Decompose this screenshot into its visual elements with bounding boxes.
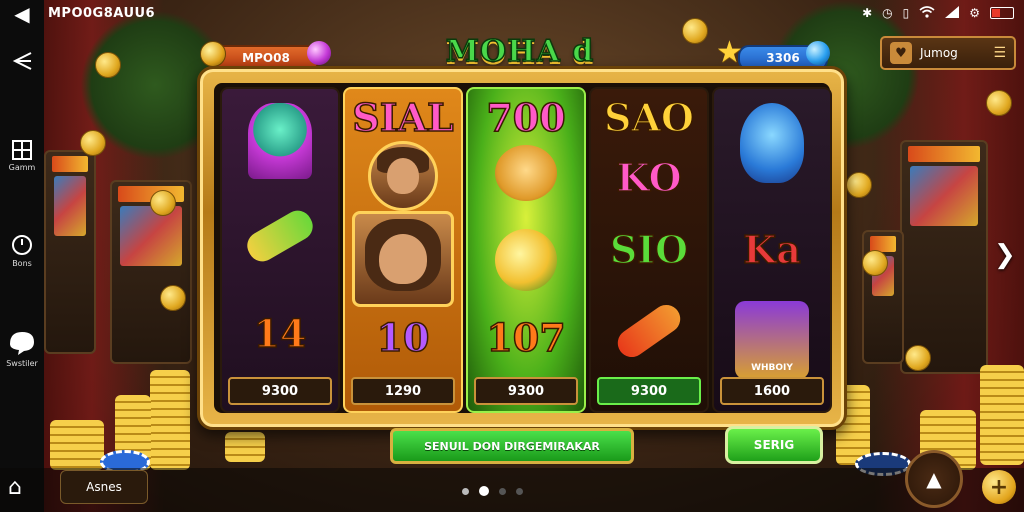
home-icon[interactable]: ⌂ [8, 475, 22, 500]
purple-gem-icon [307, 41, 331, 65]
floating-coin [846, 172, 872, 198]
battery-icon [990, 7, 1014, 19]
star-icon: ★ [716, 35, 743, 70]
bluetooth-icon: ✱ [862, 6, 873, 20]
reel-4-mid-text: KO [616, 154, 683, 201]
add-coins-button[interactable]: + [982, 470, 1016, 504]
reel-3: 700 107 9300 [466, 87, 586, 413]
game-title: MOHA d [445, 33, 595, 70]
reel-1-value[interactable]: 9300 [228, 377, 332, 405]
clock-icon [12, 235, 32, 255]
arcade-machine-right [900, 140, 988, 374]
spin-banner-button[interactable]: SENUIL DON DIRGEMIRAKAR [390, 428, 634, 464]
floating-coin [905, 345, 931, 371]
chevron-right-icon[interactable]: ❯ [994, 240, 1016, 270]
profile-button[interactable]: ♥ Jumog ☰ [880, 36, 1016, 70]
gems-label: 3306 [766, 51, 800, 65]
signal-icon [945, 5, 960, 21]
avatar-icon: ♥ [890, 42, 912, 64]
spin-icon: ▲ [926, 467, 942, 491]
ghost-symbol-icon [248, 103, 312, 179]
floating-coin [862, 250, 888, 276]
floating-coin [150, 190, 176, 216]
reel-5-mid-text: Ka [742, 226, 801, 273]
reel-2-value[interactable]: 1290 [351, 377, 455, 405]
floating-coin [95, 52, 121, 78]
reel-3-value[interactable]: 9300 [474, 377, 578, 405]
settings-icon: ⚙ [969, 6, 980, 20]
back-button[interactable]: Asnes [60, 470, 148, 504]
chat-icon [10, 332, 34, 355]
menu-icon: ☰ [993, 45, 1006, 61]
coin-stack [225, 432, 265, 462]
portrait-man-icon [368, 141, 438, 211]
coin-stack [150, 370, 190, 470]
arcade-machine-right-2 [862, 230, 904, 364]
profile-label: Jumog [920, 46, 958, 60]
coins-label: MPO08 [242, 51, 290, 65]
blue-gem-icon [806, 41, 830, 65]
page-dot[interactable] [499, 487, 506, 495]
slot-machine-frame: 14 9300 SIAL 10 1290 700 107 9300 SAO KO… [197, 66, 847, 430]
status-title: MPO0G8AUU6 [48, 5, 156, 21]
nav-item-gamm[interactable]: Gamm [0, 140, 44, 172]
floating-coin [80, 130, 106, 156]
reel-4-lower-text: SIO [609, 226, 689, 273]
plus-icon: + [989, 474, 1009, 500]
nav-item-swstiler[interactable]: Swstiler [0, 330, 44, 368]
page-dot[interactable] [462, 487, 469, 495]
page-dot-active[interactable] [479, 486, 489, 496]
portrait-woman-icon [352, 211, 454, 307]
send-button[interactable]: SERIG [725, 426, 823, 464]
coin-stack [50, 420, 104, 470]
fruit-symbol-icon [495, 229, 557, 291]
reel-4-value[interactable]: 9300 [597, 377, 701, 405]
nav-item-bons[interactable]: Bons [0, 234, 44, 268]
coin-stack [980, 365, 1024, 465]
reel-4-top-text: SAO [603, 94, 695, 141]
cat-symbol-icon [495, 145, 557, 201]
share-icon [12, 52, 32, 70]
bunny-symbol-icon [740, 103, 804, 183]
gold-coin-icon [200, 41, 226, 67]
grid-icon [12, 140, 32, 160]
reel-1: 14 9300 [220, 87, 340, 413]
reel-4: SAO KO SIO 9300 [589, 87, 709, 413]
status-icons: ✱ ◷ ▯ ⚙ [862, 5, 1014, 21]
floating-coin [160, 285, 186, 311]
nav-label: Bons [12, 259, 32, 268]
reel-2-number: 10 [376, 314, 430, 361]
cannon-symbol-icon [242, 205, 318, 267]
reel-5-value[interactable]: 1600 [720, 377, 824, 405]
nav-label: Gamm [8, 163, 36, 172]
wifi-icon [919, 5, 935, 21]
page-indicator [462, 486, 523, 496]
reel-3-top-text: 700 [486, 94, 567, 141]
back-arrow-icon: ◀ [14, 2, 30, 26]
nav-label: Swstiler [6, 359, 38, 368]
reel-2: SIAL 10 1290 [343, 87, 463, 413]
vibrate-icon: ▯ [902, 6, 910, 20]
alarm-icon: ◷ [882, 6, 893, 20]
reel-2-top-text: SIAL [352, 94, 455, 141]
reels-area: 14 9300 SIAL 10 1290 700 107 9300 SAO KO… [214, 83, 832, 413]
page-dot[interactable] [516, 487, 523, 495]
reel-3-number: 107 [486, 314, 567, 361]
jester-badge-label: WHBOIY [751, 363, 793, 373]
jester-symbol-icon: WHBOIY [735, 301, 809, 379]
bottom-bar: ⌂ Asnes ▲ + [0, 450, 1024, 512]
back-arrow-button[interactable]: ◀ [0, 4, 44, 24]
firework-symbol-icon [612, 299, 686, 363]
reel-1-number: 14 [253, 310, 307, 357]
status-bar: MPO0G8AUU6 ✱ ◷ ▯ ⚙ [44, 0, 1024, 26]
floating-coin [986, 90, 1012, 116]
share-button[interactable] [0, 50, 44, 72]
spin-button[interactable]: ▲ [905, 450, 963, 508]
arcade-machine-left-1 [44, 150, 96, 354]
left-nav: ◀ Gamm Bons Swstiler [0, 0, 44, 512]
reel-5: Ka WHBOIY 1600 [712, 87, 832, 413]
